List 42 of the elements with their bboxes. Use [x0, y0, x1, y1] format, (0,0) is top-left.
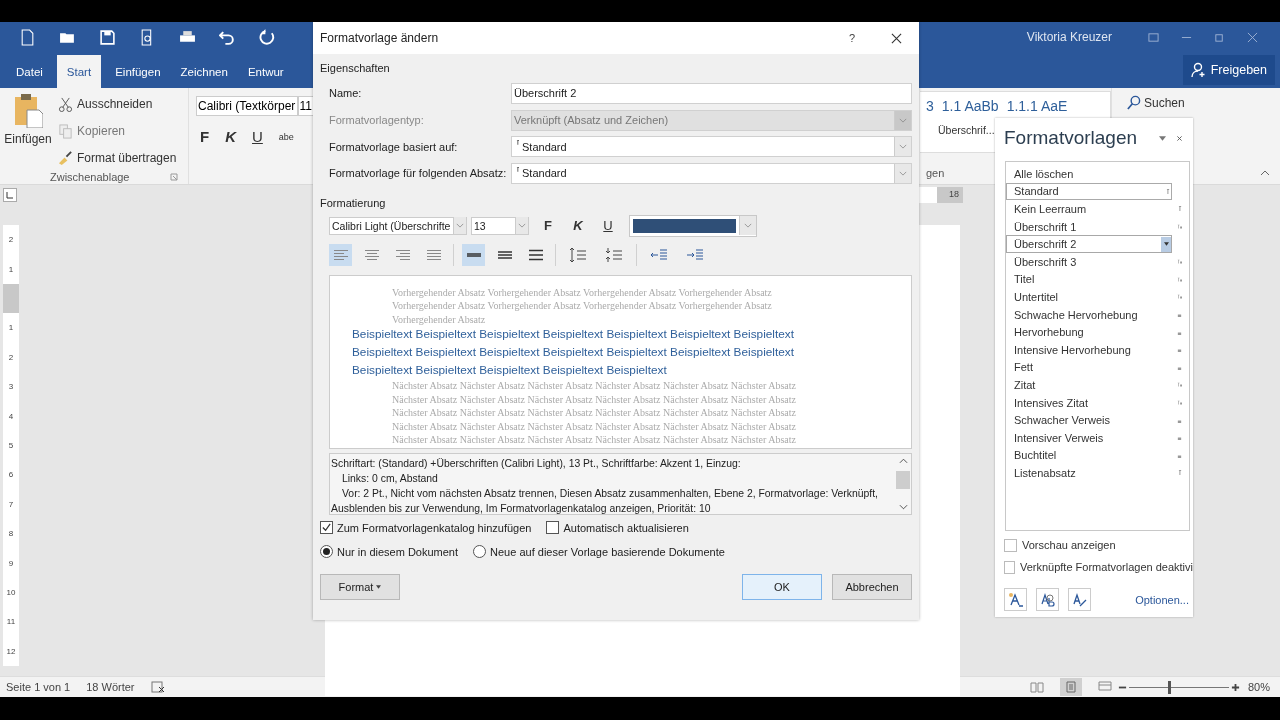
pane-title: Formatvorlagen	[1004, 127, 1139, 149]
ruler-number: 7	[7, 498, 15, 511]
group-label: Zwischenablage	[50, 171, 130, 183]
preview-text: Vorhergehender Absatz	[391, 312, 487, 326]
description-text: Schriftart: (Standard) +Überschriften (Calibri Light), 13 Pt., Schriftfarbe: Akzent 1, Einzug:	[331, 456, 742, 471]
user-name: Viktoria Kreuzer	[1026, 30, 1112, 44]
field-label: Formatvorlage basiert auf:	[329, 140, 459, 153]
ruler-number: 3	[7, 381, 15, 394]
ruler-number: 5	[7, 440, 15, 453]
preview-text: Nächster Absatz Nächster Absatz Nächster Absatz Nächster Absatz Nächster Absatz Nächster Absatz	[391, 406, 798, 420]
field-label: Name:	[329, 87, 363, 100]
description-text: Vor: 2 Pt., Nicht vom nächsten Absatz trennen, Diesen Absatz zusammenhalten, Ebene 2, Formatvorlage: Verknüpft,	[341, 486, 879, 501]
preview-text: Vorhergehender Absatz Vorhergehender Absatz Vorhergehender Absatz Vorhergehender Absatz	[391, 299, 773, 313]
dialog-title: Formatvorlage ändern	[320, 31, 439, 45]
field-label: Formatvorlage für folgenden Absatz:	[329, 167, 508, 180]
description-text: Ausblenden bis zur Verwendung, Im Formatvorlagenkatalog anzeigen, Priorität: 10	[331, 501, 712, 516]
ruler-number: 1	[7, 322, 15, 335]
ruler-number: 6	[7, 469, 15, 482]
section-heading: Formatierung	[320, 196, 387, 209]
field-label: Formatvorlagentyp:	[329, 114, 425, 127]
preview-text: Nächster Absatz Nächster Absatz Nächster Absatz Nächster Absatz Nächster Absatz Nächster Absatz	[391, 392, 798, 407]
sample-text: Beispieltext Beispieltext Beispieltext Beispieltext Beispieltext	[351, 361, 668, 379]
preview-text: Nächster Absatz Nächster Absatz Nächster Absatz Nächster Absatz Nächster Absatz Nächster Absatz	[391, 419, 798, 433]
section-heading: Eigenschaften	[320, 62, 391, 74]
preview-text: Nächster Absatz Nächster Absatz Nächster Absatz Nächster Absatz Nächster Absatz Nächster Absatz	[391, 379, 798, 393]
group-label: gen	[926, 167, 945, 179]
ruler-number: 1	[7, 263, 15, 276]
ruler-number: 10	[5, 587, 17, 600]
preview-text: Nächster Absatz Nächster Absatz Nächster Absatz Nächster Absatz Nächster Absatz Nächster Absatz	[391, 433, 798, 447]
description-text: Links: 0 cm, Abstand	[341, 471, 439, 486]
ruler-number: 2	[7, 234, 15, 247]
ruler-number: 2	[7, 351, 15, 364]
ruler-number: 12	[5, 645, 17, 658]
sample-text: Beispieltext Beispieltext Beispieltext Beispieltext Beispieltext Beispieltext Beispieltext	[351, 343, 795, 361]
preview-text: Vorhergehender Absatz Vorhergehender Absatz Vorhergehender Absatz Vorhergehender Absatz	[391, 285, 773, 300]
ruler-number: 18	[937, 187, 963, 203]
ruler-number: 11	[5, 616, 17, 629]
ruler-number: 8	[7, 528, 15, 541]
ruler-number: 9	[7, 557, 15, 570]
sample-text: Beispieltext Beispieltext Beispieltext Beispieltext Beispieltext Beispieltext Beispieltext	[351, 325, 795, 343]
ruler-number: 4	[7, 410, 15, 423]
style-caption: Überschrif...	[937, 124, 996, 136]
